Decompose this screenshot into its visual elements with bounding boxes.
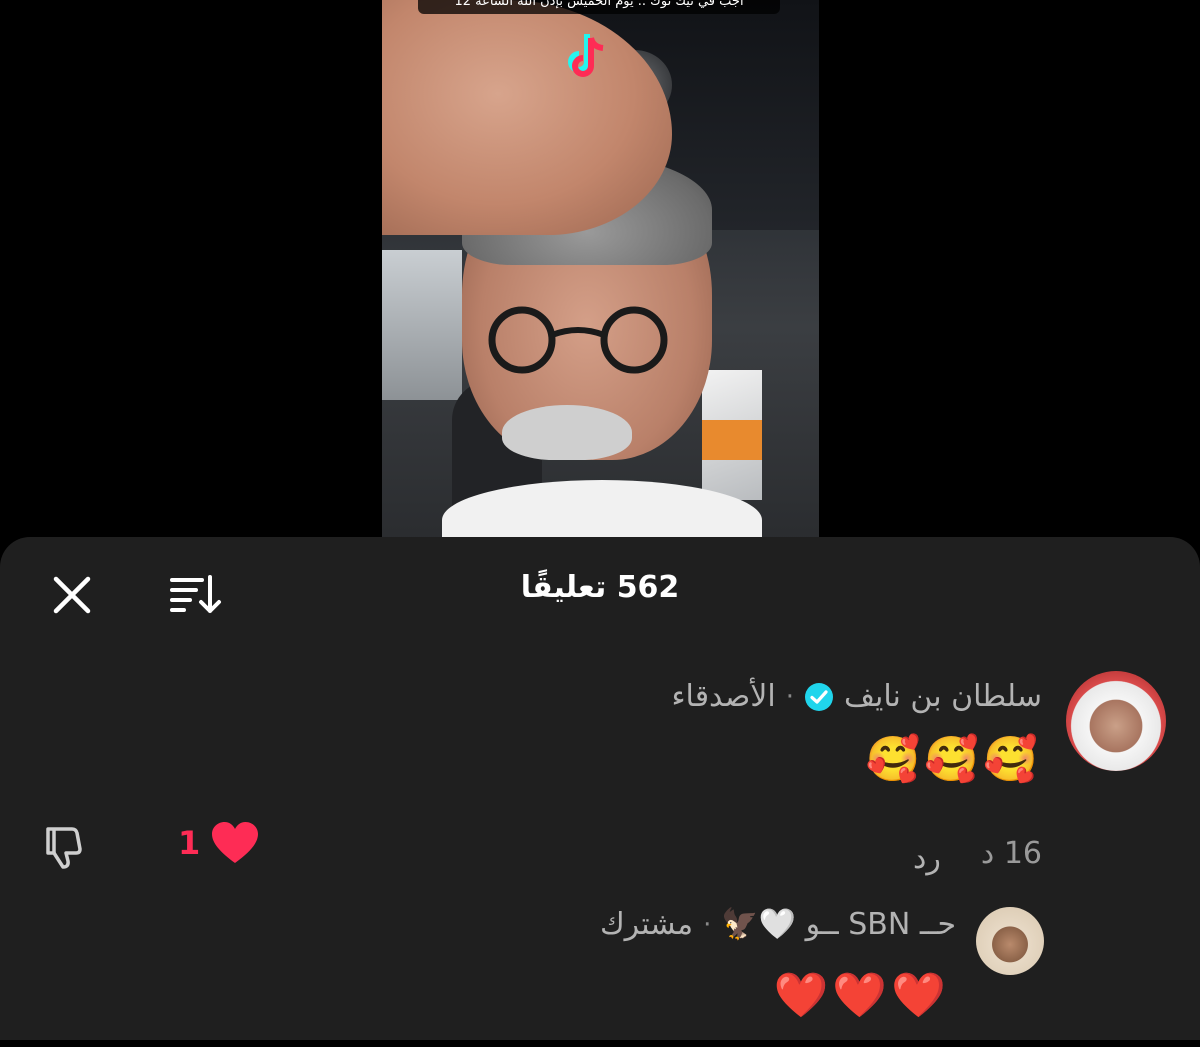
like-button[interactable]: 1 <box>178 821 260 865</box>
video-player[interactable]: أجب في تيك توك .. يوم الخميس بإذن الله ا… <box>382 0 819 545</box>
comments-count-title: 562 تعليقًا <box>520 570 680 605</box>
glasses <box>488 306 668 374</box>
comment-username[interactable]: حــ SBN ــو 🤍🦅 <box>721 907 956 942</box>
thumbs-down-icon[interactable] <box>42 823 92 869</box>
heart-icon <box>212 822 259 863</box>
comment-item: حــ SBN ــو 🤍🦅 · مشترك ❤️❤️❤️ <box>0 907 1200 1047</box>
orange-panel <box>702 420 762 460</box>
comment-text: 🥰🥰🥰 <box>865 734 1042 785</box>
comments-sheet: 562 تعليقًا سلطان بن نايف · الأصدقاء 🥰🥰🥰… <box>0 537 1200 1040</box>
relation-label: مشترك <box>599 907 694 942</box>
comment-username[interactable]: سلطان بن نايف <box>844 679 1042 714</box>
reply-button[interactable]: رد <box>913 841 941 876</box>
separator-dot: · <box>703 909 712 940</box>
car-window <box>382 250 462 400</box>
sort-icon[interactable] <box>168 573 222 617</box>
avatar[interactable] <box>976 907 1044 975</box>
separator-dot: · <box>785 681 794 712</box>
mustache <box>502 405 632 460</box>
comment-header: حــ SBN ــو 🤍🦅 · مشترك <box>600 907 956 942</box>
comment-time: 16 د <box>980 836 1042 871</box>
avatar[interactable] <box>1066 671 1166 771</box>
comment-header: سلطان بن نايف · الأصدقاء <box>671 679 1042 714</box>
comment-text: ❤️❤️❤️ <box>773 970 950 1021</box>
video-area: أجب في تيك توك .. يوم الخميس بإذن الله ا… <box>0 0 1200 545</box>
like-count: 1 <box>178 824 201 862</box>
comment-meta: 16 د رد <box>913 831 1042 876</box>
comment-item: سلطان بن نايف · الأصدقاء 🥰🥰🥰 16 د رد 1 <box>0 671 1200 931</box>
relation-label: الأصدقاء <box>671 679 776 714</box>
close-icon[interactable] <box>50 573 94 617</box>
video-caption: أجب في تيك توك .. يوم الخميس بإذن الله ا… <box>418 0 780 14</box>
tiktok-logo-icon <box>568 34 604 77</box>
verified-badge-icon <box>804 682 833 711</box>
